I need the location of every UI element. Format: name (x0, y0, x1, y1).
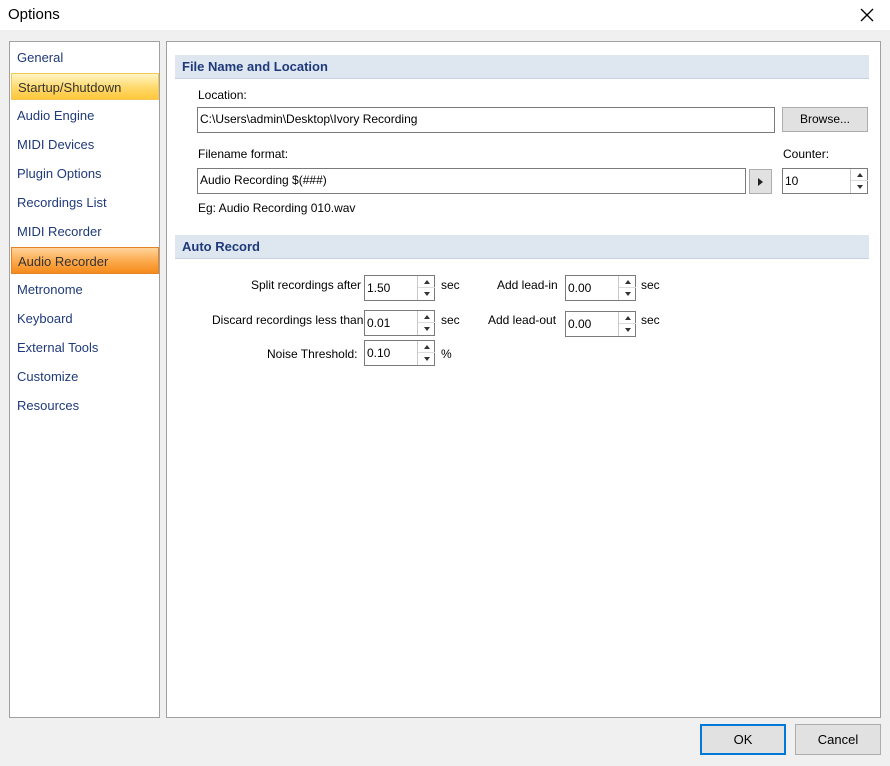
chevron-up-icon (423, 344, 430, 349)
sidebar-item-midi-devices[interactable]: MIDI Devices (11, 131, 159, 158)
counter-label: Counter: (783, 147, 830, 161)
discard-recordings-value: 0.01 (367, 316, 391, 330)
lead-out-stepper[interactable]: 0.00 (565, 311, 636, 337)
sidebar-item-metronome[interactable]: Metronome (11, 276, 159, 303)
options-category-list: General Startup/Shutdown Audio Engine MI… (9, 41, 160, 718)
sidebar-item-audio-recorder[interactable]: Audio Recorder (11, 247, 159, 274)
sidebar-item-general[interactable]: General (11, 44, 159, 71)
filename-example-text: Eg: Audio Recording 010.wav (198, 201, 356, 215)
arrow-right-icon (758, 177, 763, 186)
lead-out-unit: sec (641, 313, 660, 327)
sidebar-item-resources[interactable]: Resources (11, 392, 159, 419)
chevron-down-icon (624, 328, 631, 332)
noise-unit: % (441, 347, 452, 361)
discard-down-button[interactable] (418, 323, 435, 335)
lead-out-label: Add lead-out (488, 313, 557, 327)
cancel-button[interactable]: Cancel (795, 724, 881, 755)
discard-recordings-label: Discard recordings less than (212, 313, 364, 327)
split-recordings-stepper[interactable]: 1.50 (364, 275, 435, 301)
noise-threshold-label: Noise Threshold: (267, 347, 358, 361)
chevron-down-icon (856, 185, 863, 189)
counter-value: 10 (785, 174, 799, 188)
counter-down-button[interactable] (851, 181, 868, 193)
lead-out-up-button[interactable] (619, 312, 636, 324)
lead-out-down-button[interactable] (619, 324, 636, 336)
sidebar-item-plugin-options[interactable]: Plugin Options (11, 160, 159, 187)
split-recordings-value: 1.50 (367, 281, 391, 295)
lead-out-value: 0.00 (568, 317, 592, 331)
lead-in-down-button[interactable] (619, 288, 636, 300)
section-header-file-name-location: File Name and Location (175, 55, 869, 79)
chevron-down-icon (423, 357, 430, 361)
location-input[interactable]: C:\Users\admin\Desktop\Ivory Recording (197, 107, 775, 133)
ok-button[interactable]: OK (700, 724, 786, 755)
lead-in-value: 0.00 (568, 281, 592, 295)
lead-in-unit: sec (641, 278, 660, 292)
lead-in-label: Add lead-in (497, 278, 558, 292)
counter-up-button[interactable] (851, 169, 868, 181)
split-unit: sec (441, 278, 460, 292)
chevron-down-icon (423, 292, 430, 296)
discard-up-button[interactable] (418, 311, 435, 323)
noise-threshold-stepper[interactable]: 0.10 (364, 340, 435, 366)
split-down-button[interactable] (418, 288, 435, 300)
chevron-down-icon (423, 327, 430, 331)
filename-format-input[interactable]: Audio Recording $(###) (197, 168, 746, 194)
sidebar-item-external-tools[interactable]: External Tools (11, 334, 159, 361)
lead-in-up-button[interactable] (619, 276, 636, 288)
section-header-auto-record: Auto Record (175, 235, 869, 259)
sidebar-item-keyboard[interactable]: Keyboard (11, 305, 159, 332)
sidebar-item-midi-recorder[interactable]: MIDI Recorder (11, 218, 159, 245)
close-button[interactable] (844, 0, 890, 30)
counter-stepper[interactable]: 10 (782, 168, 868, 194)
sidebar-item-recordings-list[interactable]: Recordings List (11, 189, 159, 216)
chevron-up-icon (856, 172, 863, 177)
sidebar-item-startup-shutdown[interactable]: Startup/Shutdown (11, 73, 159, 100)
location-label: Location: (198, 88, 247, 102)
chevron-up-icon (624, 279, 631, 284)
chevron-down-icon (624, 292, 631, 296)
filename-format-label: Filename format: (198, 147, 289, 161)
noise-threshold-value: 0.10 (367, 346, 391, 360)
settings-panel: File Name and Location Location: C:\User… (166, 41, 881, 718)
window-title: Options (8, 6, 60, 23)
split-up-button[interactable] (418, 276, 435, 288)
insert-token-button[interactable] (749, 169, 772, 194)
title-bar: Options (0, 0, 890, 30)
sidebar-item-audio-engine[interactable]: Audio Engine (11, 102, 159, 129)
noise-up-button[interactable] (418, 341, 435, 353)
sidebar-item-customize[interactable]: Customize (11, 363, 159, 390)
lead-in-stepper[interactable]: 0.00 (565, 275, 636, 301)
chevron-up-icon (423, 314, 430, 319)
discard-unit: sec (441, 313, 460, 327)
noise-down-button[interactable] (418, 353, 435, 365)
close-icon (860, 8, 874, 22)
chevron-up-icon (624, 315, 631, 320)
chevron-up-icon (423, 279, 430, 284)
discard-recordings-stepper[interactable]: 0.01 (364, 310, 435, 336)
browse-button[interactable]: Browse... (782, 107, 868, 132)
split-recordings-label: Split recordings after (251, 278, 362, 292)
